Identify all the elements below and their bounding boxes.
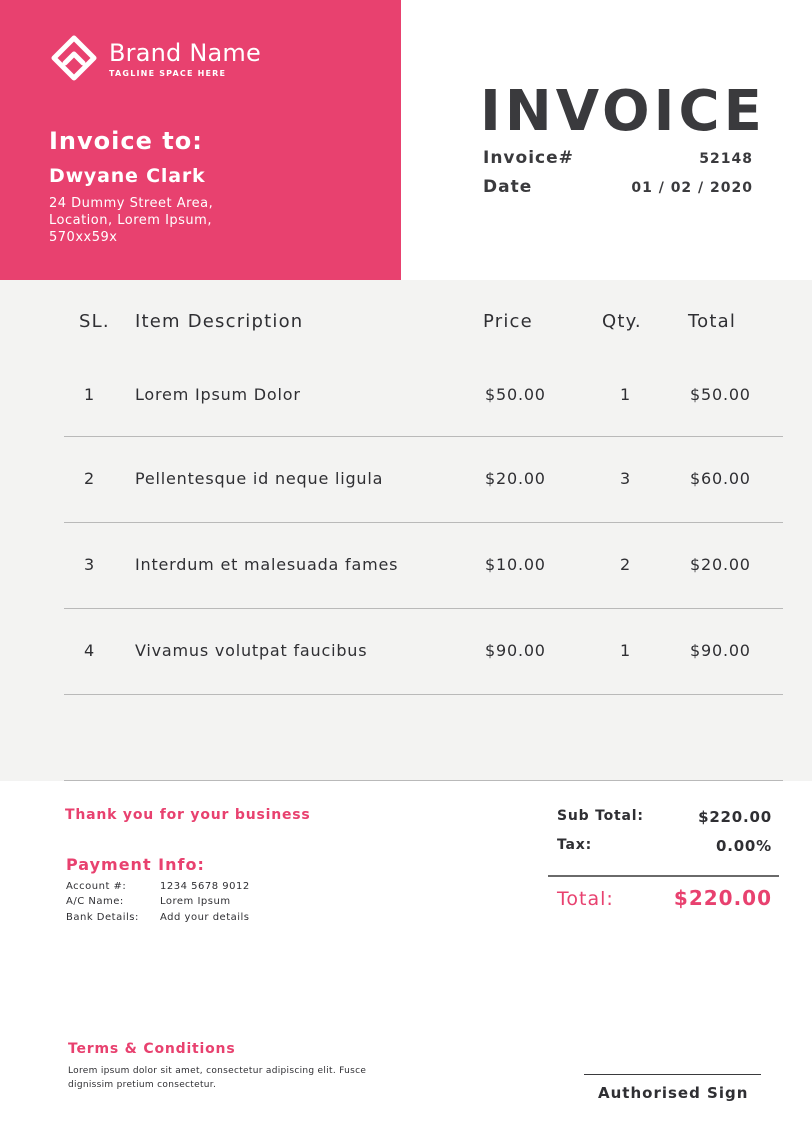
- summary-divider: [548, 875, 779, 877]
- row-price: $20.00: [485, 469, 546, 488]
- terms-text: Lorem ipsum dolor sit amet, consectetur …: [68, 1066, 367, 1090]
- column-header-qty: Qty.: [602, 311, 642, 332]
- tax-label: Tax:: [557, 837, 593, 853]
- row-divider: [64, 694, 783, 695]
- row-divider: [64, 436, 783, 437]
- brand-name: Brand Name: [109, 39, 261, 67]
- row-description: Interdum et malesuada fames: [135, 555, 399, 574]
- signature-line: [584, 1074, 761, 1075]
- items-table-band: [0, 280, 812, 781]
- payment-row-account: Account #: 1234 5678 9012: [66, 881, 249, 892]
- row-total: $20.00: [690, 555, 751, 574]
- subtotal-value: $220.00: [698, 808, 772, 826]
- address-line: Location, Lorem Ipsum,: [49, 213, 212, 228]
- row-total: $50.00: [690, 385, 751, 404]
- invoice-number: 52148: [699, 151, 753, 167]
- row-qty: 3: [620, 469, 631, 488]
- thank-you-message: Thank you for your business: [65, 807, 311, 823]
- row-description: Pellentesque id neque ligula: [135, 469, 384, 488]
- row-price: $50.00: [485, 385, 546, 404]
- row-price: $10.00: [485, 555, 546, 574]
- address-line: 24 Dummy Street Area,: [49, 196, 214, 211]
- row-sl: 3: [84, 555, 95, 574]
- invoice-number-row: Invoice# 52148: [483, 148, 753, 168]
- brand-tagline: TAGLINE SPACE HERE: [109, 69, 227, 78]
- row-sl: 1: [84, 385, 95, 404]
- row-sl: 2: [84, 469, 95, 488]
- column-header-total: Total: [688, 311, 737, 332]
- client-address: 24 Dummy Street Area, Location, Lorem Ip…: [49, 195, 213, 246]
- subtotal-label: Sub Total:: [557, 808, 644, 824]
- row-description: Vivamus volutpat faucibus: [135, 641, 368, 660]
- invoice-title: INVOICE: [480, 79, 766, 144]
- total-value: $220.00: [673, 886, 772, 910]
- tax-value: 0.00%: [715, 837, 772, 855]
- row-total: $90.00: [690, 641, 751, 660]
- brand-logo-icon: [51, 35, 97, 81]
- payment-row-bank: Bank Details: Add your details: [66, 912, 249, 923]
- invoice-number-label: Invoice#: [483, 148, 574, 168]
- row-description: Lorem Ipsum Dolor: [135, 385, 301, 404]
- row-divider: [64, 522, 783, 523]
- row-total: $60.00: [690, 469, 751, 488]
- payment-label: Bank Details:: [66, 912, 139, 923]
- payment-value: Lorem Ipsum: [160, 896, 231, 907]
- client-name: Dwyane Clark: [49, 165, 206, 187]
- invoice-date: 01 / 02 / 2020: [631, 180, 753, 196]
- invoice-date-row: Date 01 / 02 / 2020: [483, 177, 753, 197]
- payment-label: A/C Name:: [66, 896, 124, 907]
- column-header-description: Item Description: [135, 311, 304, 332]
- invoice-date-label: Date: [483, 177, 533, 197]
- payment-row-account-name: A/C Name: Lorem Ipsum: [66, 896, 230, 907]
- column-header-price: Price: [483, 311, 533, 332]
- payment-value: 1234 5678 9012: [160, 881, 250, 892]
- table-bottom-divider: [64, 780, 783, 781]
- address-line: 570xx59x: [49, 230, 118, 245]
- terms-title: Terms & Conditions: [68, 1041, 236, 1057]
- row-qty: 1: [620, 385, 631, 404]
- payment-label: Account #:: [66, 881, 127, 892]
- column-header-sl: SL.: [79, 311, 110, 332]
- total-label: Total:: [557, 888, 614, 910]
- row-divider: [64, 608, 783, 609]
- payment-info-title: Payment Info:: [66, 855, 205, 874]
- payment-value: Add your details: [160, 912, 250, 923]
- row-sl: 4: [84, 641, 95, 660]
- row-qty: 2: [620, 555, 631, 574]
- row-price: $90.00: [485, 641, 546, 660]
- invoice-to-label: Invoice to:: [49, 127, 203, 155]
- signature-label: Authorised Sign: [598, 1084, 749, 1102]
- row-qty: 1: [620, 641, 631, 660]
- brand-header: Brand Name TAGLINE SPACE HERE: [50, 34, 261, 82]
